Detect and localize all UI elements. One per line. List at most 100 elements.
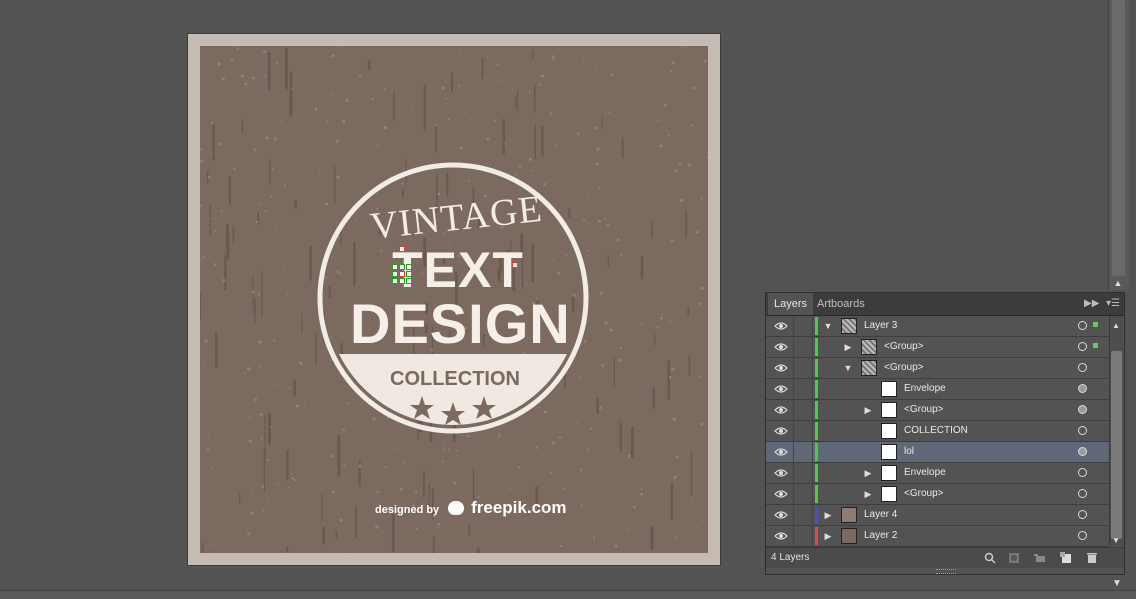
visibility-eye-icon[interactable] — [774, 362, 788, 374]
layer-name[interactable]: <Group> — [904, 400, 943, 420]
scroll-up-arrow-icon[interactable]: ▲ — [1113, 278, 1123, 288]
expand-triangle-icon[interactable]: ▶ — [843, 341, 853, 353]
target-circle-icon[interactable] — [1078, 447, 1087, 456]
lock-toggle[interactable] — [793, 526, 813, 546]
panel-menu-icon[interactable]: ▾☰ — [1106, 293, 1120, 315]
tab-layers[interactable]: Layers — [768, 293, 814, 315]
target-circle-icon[interactable] — [1078, 510, 1087, 519]
selection-indicator[interactable] — [1093, 322, 1098, 327]
lock-toggle[interactable] — [793, 358, 813, 378]
scroll-down-arrow-icon[interactable]: ▼ — [1112, 578, 1122, 589]
layer-name[interactable]: Envelope — [904, 379, 946, 399]
layer-name[interactable]: <Group> — [884, 337, 923, 357]
layer-name[interactable]: lol — [904, 442, 914, 462]
selection-handle[interactable] — [399, 264, 405, 270]
lock-toggle[interactable] — [793, 421, 813, 441]
layer-row[interactable]: COLLECTION — [766, 421, 1109, 442]
visibility-eye-icon[interactable] — [774, 509, 788, 521]
target-circle-icon[interactable] — [1078, 321, 1087, 330]
layer-color-bar — [815, 317, 818, 335]
layer-thumbnail — [881, 444, 897, 460]
layer-name[interactable]: COLLECTION — [904, 421, 968, 441]
lock-toggle[interactable] — [793, 337, 813, 357]
delete-icon[interactable] — [1086, 552, 1098, 564]
expand-triangle-icon[interactable]: ▶ — [823, 509, 833, 521]
lock-toggle[interactable] — [793, 505, 813, 525]
lock-toggle[interactable] — [793, 379, 813, 399]
collapse-triangle-icon[interactable]: ▼ — [843, 362, 853, 374]
layer-name[interactable]: Layer 3 — [864, 316, 897, 336]
tab-artboards[interactable]: Artboards — [811, 293, 871, 315]
expand-triangle-icon[interactable]: ▶ — [863, 488, 873, 500]
expand-triangle-icon[interactable]: ▶ — [863, 404, 873, 416]
selection-handle[interactable] — [406, 271, 412, 277]
expand-triangle-icon[interactable]: ▶ — [823, 530, 833, 542]
selection-handle[interactable] — [392, 264, 398, 270]
lock-toggle[interactable] — [793, 484, 813, 504]
target-circle-icon[interactable] — [1078, 426, 1087, 435]
target-circle-icon[interactable] — [1078, 489, 1087, 498]
layers-scroll-thumb[interactable] — [1111, 351, 1122, 539]
visibility-eye-icon[interactable] — [774, 404, 788, 416]
visibility-eye-icon[interactable] — [774, 467, 788, 479]
lock-toggle[interactable] — [793, 316, 813, 336]
visibility-eye-icon[interactable] — [774, 488, 788, 500]
lock-toggle[interactable] — [793, 442, 813, 462]
artwork[interactable]: VINTAGE TEXT DESIGN COLLECTION designed … — [200, 46, 708, 553]
layer-row[interactable]: Envelope — [766, 379, 1109, 400]
scroll-down-arrow-icon[interactable]: ▼ — [1112, 536, 1120, 545]
layer-name[interactable]: Envelope — [904, 463, 946, 483]
target-circle-icon[interactable] — [1078, 405, 1087, 414]
selection-handle[interactable] — [512, 262, 518, 268]
layer-row[interactable]: ▶ <Group> — [766, 400, 1109, 421]
locate-object-icon[interactable] — [984, 552, 996, 564]
target-circle-icon[interactable] — [1078, 342, 1087, 351]
layer-name[interactable]: Layer 2 — [864, 526, 897, 546]
visibility-eye-icon[interactable] — [774, 425, 788, 437]
artboard[interactable]: VINTAGE TEXT DESIGN COLLECTION designed … — [187, 33, 721, 566]
target-circle-icon[interactable] — [1078, 384, 1087, 393]
layer-name[interactable]: <Group> — [884, 358, 923, 378]
make-clipping-mask-icon[interactable] — [1008, 552, 1020, 564]
layer-row[interactable]: ▶ <Group> — [766, 337, 1109, 358]
collapse-triangle-icon[interactable]: ▼ — [823, 320, 833, 332]
visibility-eye-icon[interactable] — [774, 341, 788, 353]
selection-handle[interactable] — [392, 278, 398, 284]
layer-row[interactable]: ▼ <Group> — [766, 358, 1109, 379]
selection-handle[interactable] — [406, 264, 412, 270]
selection-handle[interactable] — [392, 271, 398, 277]
layer-thumbnail — [881, 402, 897, 418]
layer-row[interactable]: ▶ <Group> — [766, 484, 1109, 505]
panel-resize-grip[interactable] — [936, 569, 956, 574]
selection-handle[interactable] — [399, 271, 405, 277]
selection-handle[interactable] — [406, 278, 412, 284]
layer-name[interactable]: <Group> — [904, 484, 943, 504]
layer-row[interactable]: ▶ Envelope — [766, 463, 1109, 484]
canvas-vertical-scrollbar[interactable] — [1108, 0, 1129, 290]
visibility-eye-icon[interactable] — [774, 320, 788, 332]
target-circle-icon[interactable] — [1078, 531, 1087, 540]
visibility-eye-icon[interactable] — [774, 446, 788, 458]
scroll-up-arrow-icon[interactable]: ▲ — [1112, 321, 1120, 330]
layer-row[interactable]: ▼ Layer 3 — [766, 316, 1109, 337]
visibility-eye-icon[interactable] — [774, 383, 788, 395]
layer-row[interactable]: ▶ Layer 4 — [766, 505, 1109, 526]
canvas-scroll-thumb[interactable] — [1112, 0, 1125, 276]
layer-row[interactable]: ▶ Layer 2 — [766, 526, 1109, 547]
layer-name[interactable]: Layer 4 — [864, 505, 897, 525]
layer-color-bar — [815, 401, 818, 419]
selection-indicator[interactable] — [1093, 343, 1098, 348]
visibility-eye-icon[interactable] — [774, 530, 788, 542]
create-sublayer-icon[interactable] — [1034, 552, 1046, 564]
layer-row[interactable]: lol — [766, 442, 1109, 463]
expand-triangle-icon[interactable]: ▶ — [863, 467, 873, 479]
selection-handle[interactable] — [399, 278, 405, 284]
selection-handle[interactable] — [399, 246, 405, 252]
collapse-panel-icon[interactable]: ▶▶ — [1084, 293, 1099, 315]
target-circle-icon[interactable] — [1078, 363, 1087, 372]
lock-toggle[interactable] — [793, 400, 813, 420]
new-layer-icon[interactable] — [1060, 552, 1072, 564]
layers-vertical-scrollbar[interactable] — [1109, 316, 1123, 546]
lock-toggle[interactable] — [793, 463, 813, 483]
target-circle-icon[interactable] — [1078, 468, 1087, 477]
